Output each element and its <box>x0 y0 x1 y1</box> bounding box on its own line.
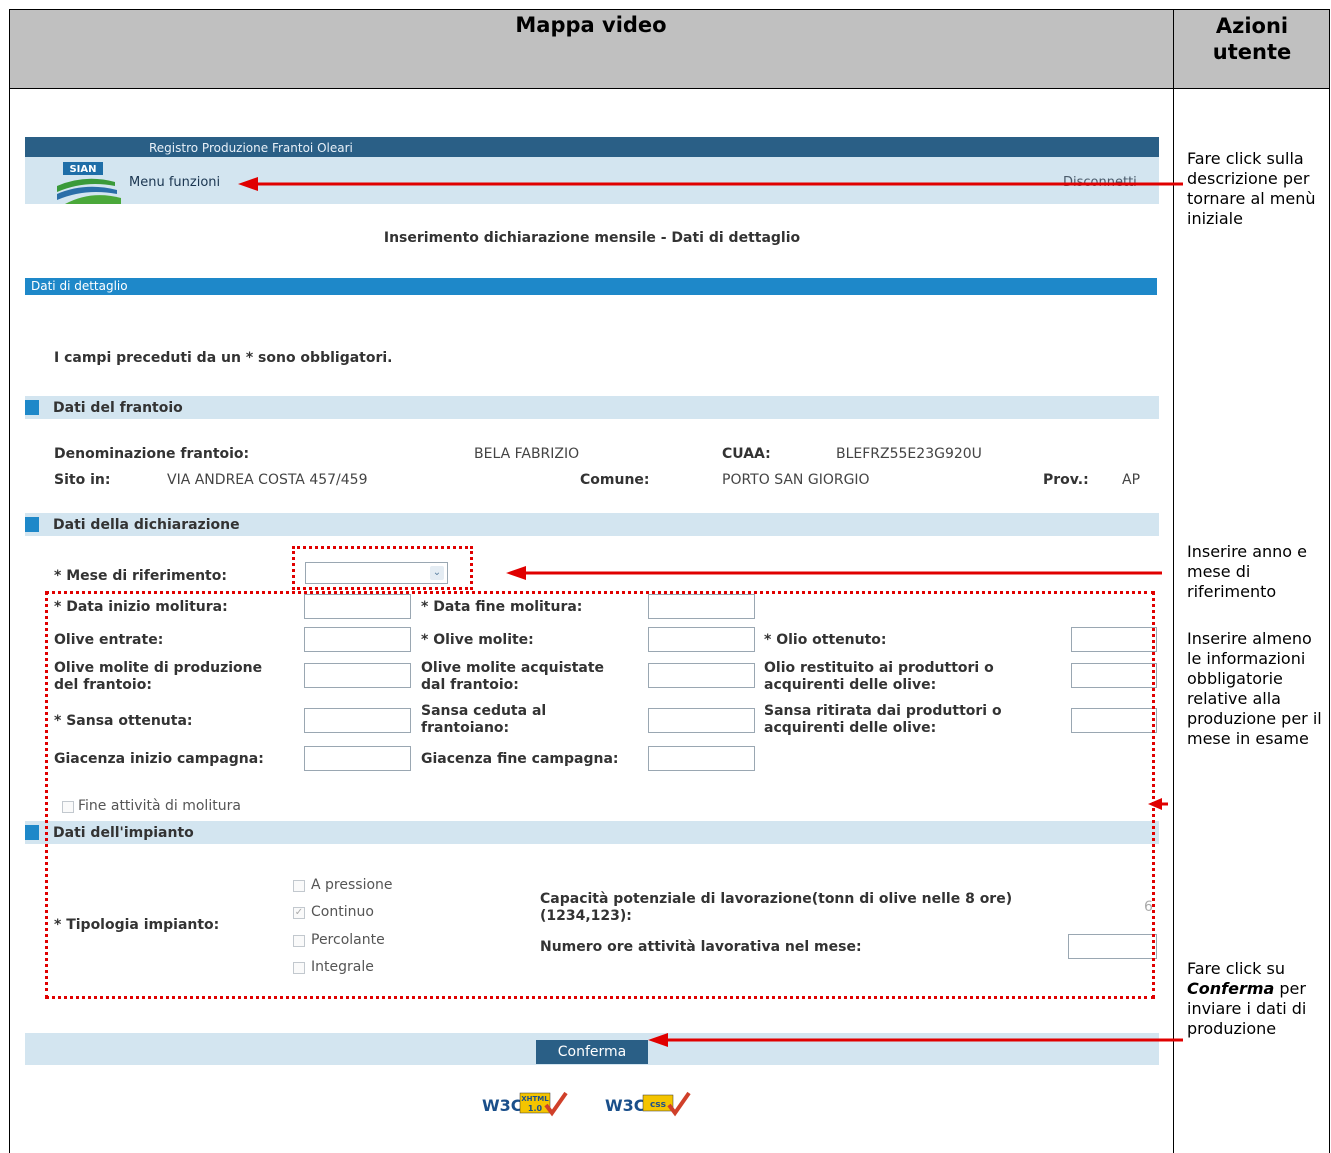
arrow-form-icon <box>1148 798 1162 810</box>
arrow-menu-icon <box>238 177 258 191</box>
annotation-arrows <box>238 177 1183 1047</box>
arrow-conferma-icon <box>648 1033 668 1047</box>
arrow-mese-icon <box>506 566 526 580</box>
